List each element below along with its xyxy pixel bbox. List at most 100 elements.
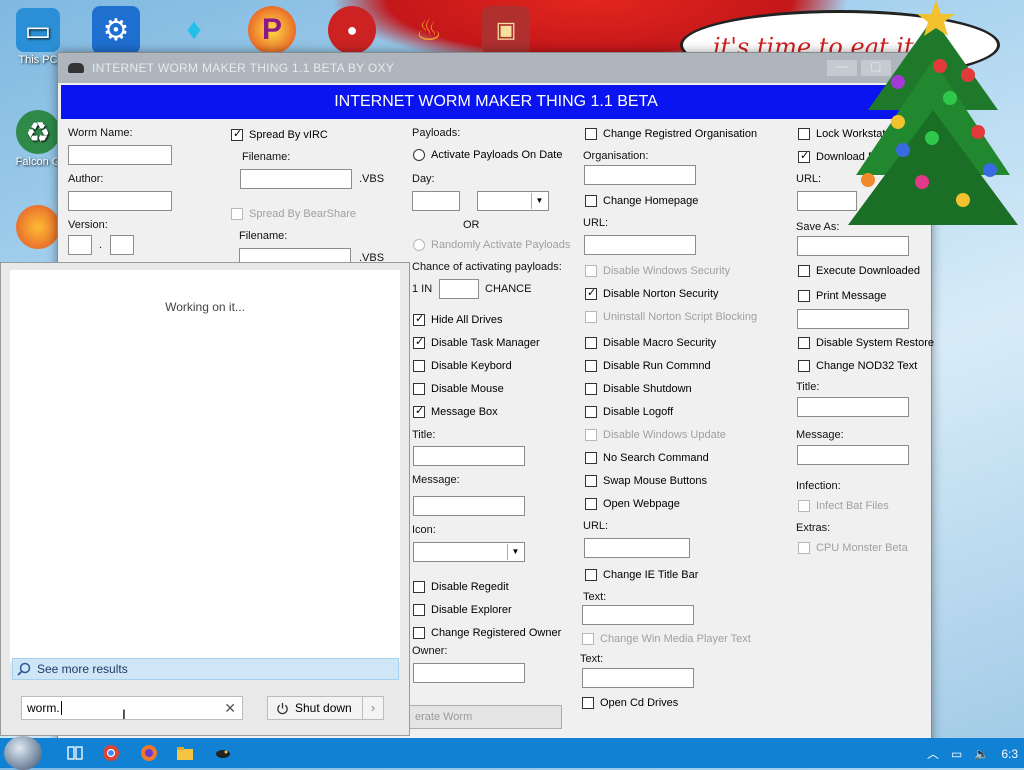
- save-as-input[interactable]: [797, 236, 909, 256]
- cake-icon[interactable]: ♨: [405, 6, 453, 54]
- generate-worm-button[interactable]: erate Worm: [408, 705, 562, 729]
- checkbox-box: [585, 383, 597, 395]
- start-button[interactable]: [4, 736, 42, 770]
- disable-logoff-checkbox[interactable]: Disable Logoff: [585, 406, 673, 418]
- worm-maker-taskbar-icon[interactable]: [214, 744, 232, 762]
- disable-winupdate-checkbox[interactable]: Disable Windows Update: [585, 429, 726, 441]
- checkbox-box: [585, 452, 597, 464]
- change-wmp-checkbox[interactable]: Change Win Media Player Text: [582, 633, 751, 645]
- no-search-checkbox[interactable]: No Search Command: [585, 452, 709, 464]
- owner-label: Owner:: [412, 645, 448, 657]
- webpage-url-input[interactable]: [584, 538, 690, 558]
- box-icon[interactable]: ▣: [482, 6, 530, 54]
- spread-bearshare-checkbox[interactable]: Spread By BearShare: [231, 208, 356, 220]
- disable-taskmgr-checkbox[interactable]: Disable Task Manager: [413, 335, 540, 349]
- checkbox-box: [798, 128, 810, 140]
- swap-mouse-checkbox[interactable]: Swap Mouse Buttons: [585, 475, 707, 487]
- shutdown-options-arrow[interactable]: ›: [362, 696, 384, 720]
- nod32-title-input[interactable]: [797, 397, 909, 417]
- checkbox-box: [582, 697, 594, 709]
- file-explorer-icon[interactable]: [176, 744, 194, 762]
- firefox-icon: [16, 205, 60, 249]
- nod32-message-input[interactable]: [797, 445, 909, 465]
- organisation-label: Organisation:: [583, 150, 649, 162]
- wmp-text-input[interactable]: [582, 668, 694, 688]
- working-status: Working on it...: [165, 300, 245, 314]
- owner-input[interactable]: [413, 663, 525, 683]
- homepage-url-input[interactable]: [584, 235, 696, 255]
- pinball-icon[interactable]: P: [248, 6, 296, 54]
- volume-icon[interactable]: 🔈: [974, 747, 989, 761]
- start-search-input[interactable]: worm. ✕: [21, 696, 243, 720]
- activate-on-date-radio[interactable]: Activate Payloads On Date: [413, 149, 562, 161]
- chevron-down-icon: ▼: [531, 193, 547, 209]
- print-message-checkbox[interactable]: Print Message: [798, 290, 886, 302]
- see-more-results-button[interactable]: See more results: [12, 658, 399, 680]
- disable-restore-checkbox[interactable]: Disable System Restore: [798, 337, 934, 349]
- randomly-activate-radio[interactable]: Randomly Activate Payloads: [413, 239, 570, 251]
- change-nod32-checkbox[interactable]: Change NOD32 Text: [798, 360, 917, 372]
- icon-select[interactable]: ▼: [413, 542, 525, 562]
- start-search-flyout: Working on it... See more results worm. …: [0, 262, 410, 736]
- disable-norton-checkbox[interactable]: Disable Norton Security: [585, 286, 719, 300]
- change-owner-checkbox[interactable]: Change Registered Owner: [413, 627, 561, 639]
- open-webpage-checkbox[interactable]: Open Webpage: [585, 498, 680, 510]
- disable-keyboard-checkbox[interactable]: Disable Keybord: [413, 360, 512, 372]
- hide-drives-checkbox[interactable]: Hide All Drives: [413, 312, 503, 326]
- checkbox-box: [798, 290, 810, 302]
- clock[interactable]: 6:3: [1001, 747, 1018, 761]
- spread-virc-checkbox[interactable]: Spread By vIRC: [231, 127, 328, 141]
- message-box-checkbox[interactable]: Message Box: [413, 404, 498, 418]
- firefox-taskbar-icon[interactable]: [140, 744, 158, 762]
- clear-search-icon[interactable]: ✕: [224, 697, 236, 719]
- title-input[interactable]: [413, 446, 525, 466]
- uninstall-norton-checkbox[interactable]: Uninstall Norton Script Blocking: [585, 311, 757, 323]
- message-input[interactable]: [413, 496, 525, 516]
- print-message-input[interactable]: [797, 309, 909, 329]
- settings-gear-icon[interactable]: ⚙: [92, 6, 140, 54]
- or-label: OR: [463, 219, 480, 231]
- disable-explorer-checkbox[interactable]: Disable Explorer: [413, 604, 512, 616]
- cpu-monster-checkbox[interactable]: CPU Monster Beta: [798, 542, 908, 554]
- disable-macro-checkbox[interactable]: Disable Macro Security: [585, 337, 716, 349]
- checkbox-box: [585, 128, 597, 140]
- disable-winsec-checkbox[interactable]: Disable Windows Security: [585, 265, 730, 277]
- text-cursor-icon: I: [122, 706, 126, 722]
- open-cd-checkbox[interactable]: Open Cd Drives: [582, 697, 678, 709]
- disable-shutdown-checkbox[interactable]: Disable Shutdown: [585, 383, 692, 395]
- disable-mouse-checkbox[interactable]: Disable Mouse: [413, 383, 504, 395]
- month-select[interactable]: ▼: [477, 191, 549, 211]
- checkbox-box: [413, 581, 425, 593]
- filename-input-1[interactable]: [240, 169, 352, 189]
- infect-bat-checkbox[interactable]: Infect Bat Files: [798, 500, 889, 512]
- infection-label: Infection:: [796, 480, 841, 492]
- version-major-input[interactable]: [68, 235, 92, 255]
- shut-down-button[interactable]: Shut down: [267, 696, 363, 720]
- change-ie-title-checkbox[interactable]: Change IE Title Bar: [585, 569, 698, 581]
- disable-regedit-checkbox[interactable]: Disable Regedit: [413, 581, 509, 593]
- author-input[interactable]: [68, 191, 172, 211]
- taskbar: ︿ ▭ 🔈 6:3: [0, 736, 1024, 770]
- ie-title-input[interactable]: [582, 605, 694, 625]
- organisation-input[interactable]: [584, 165, 696, 185]
- one-in-label: 1 IN: [412, 283, 433, 295]
- recycle-icon: ♻: [16, 110, 60, 154]
- execute-downloaded-checkbox[interactable]: Execute Downloaded: [798, 265, 920, 277]
- change-org-checkbox[interactable]: Change Registred Organisation: [585, 128, 757, 140]
- chrome-icon[interactable]: [102, 744, 120, 762]
- day-input[interactable]: [412, 191, 460, 211]
- task-view-icon[interactable]: [66, 744, 84, 762]
- version-minor-input[interactable]: [110, 235, 134, 255]
- worm-name-input[interactable]: [68, 145, 172, 165]
- version-separator: .: [99, 239, 103, 251]
- chevron-up-icon[interactable]: ︿: [927, 745, 939, 762]
- chance-input[interactable]: [439, 279, 479, 299]
- payloads-label: Payloads:: [412, 127, 461, 139]
- vbs-ext-1: .VBS: [359, 173, 385, 185]
- network-icon[interactable]: ▭: [951, 747, 962, 761]
- disable-run-checkbox[interactable]: Disable Run Commnd: [585, 360, 711, 372]
- change-homepage-checkbox[interactable]: Change Homepage: [585, 195, 698, 207]
- text-label-1: Text:: [583, 591, 607, 603]
- angry-birds-icon[interactable]: ●: [328, 6, 376, 54]
- diamond-icon[interactable]: ♦: [170, 6, 218, 54]
